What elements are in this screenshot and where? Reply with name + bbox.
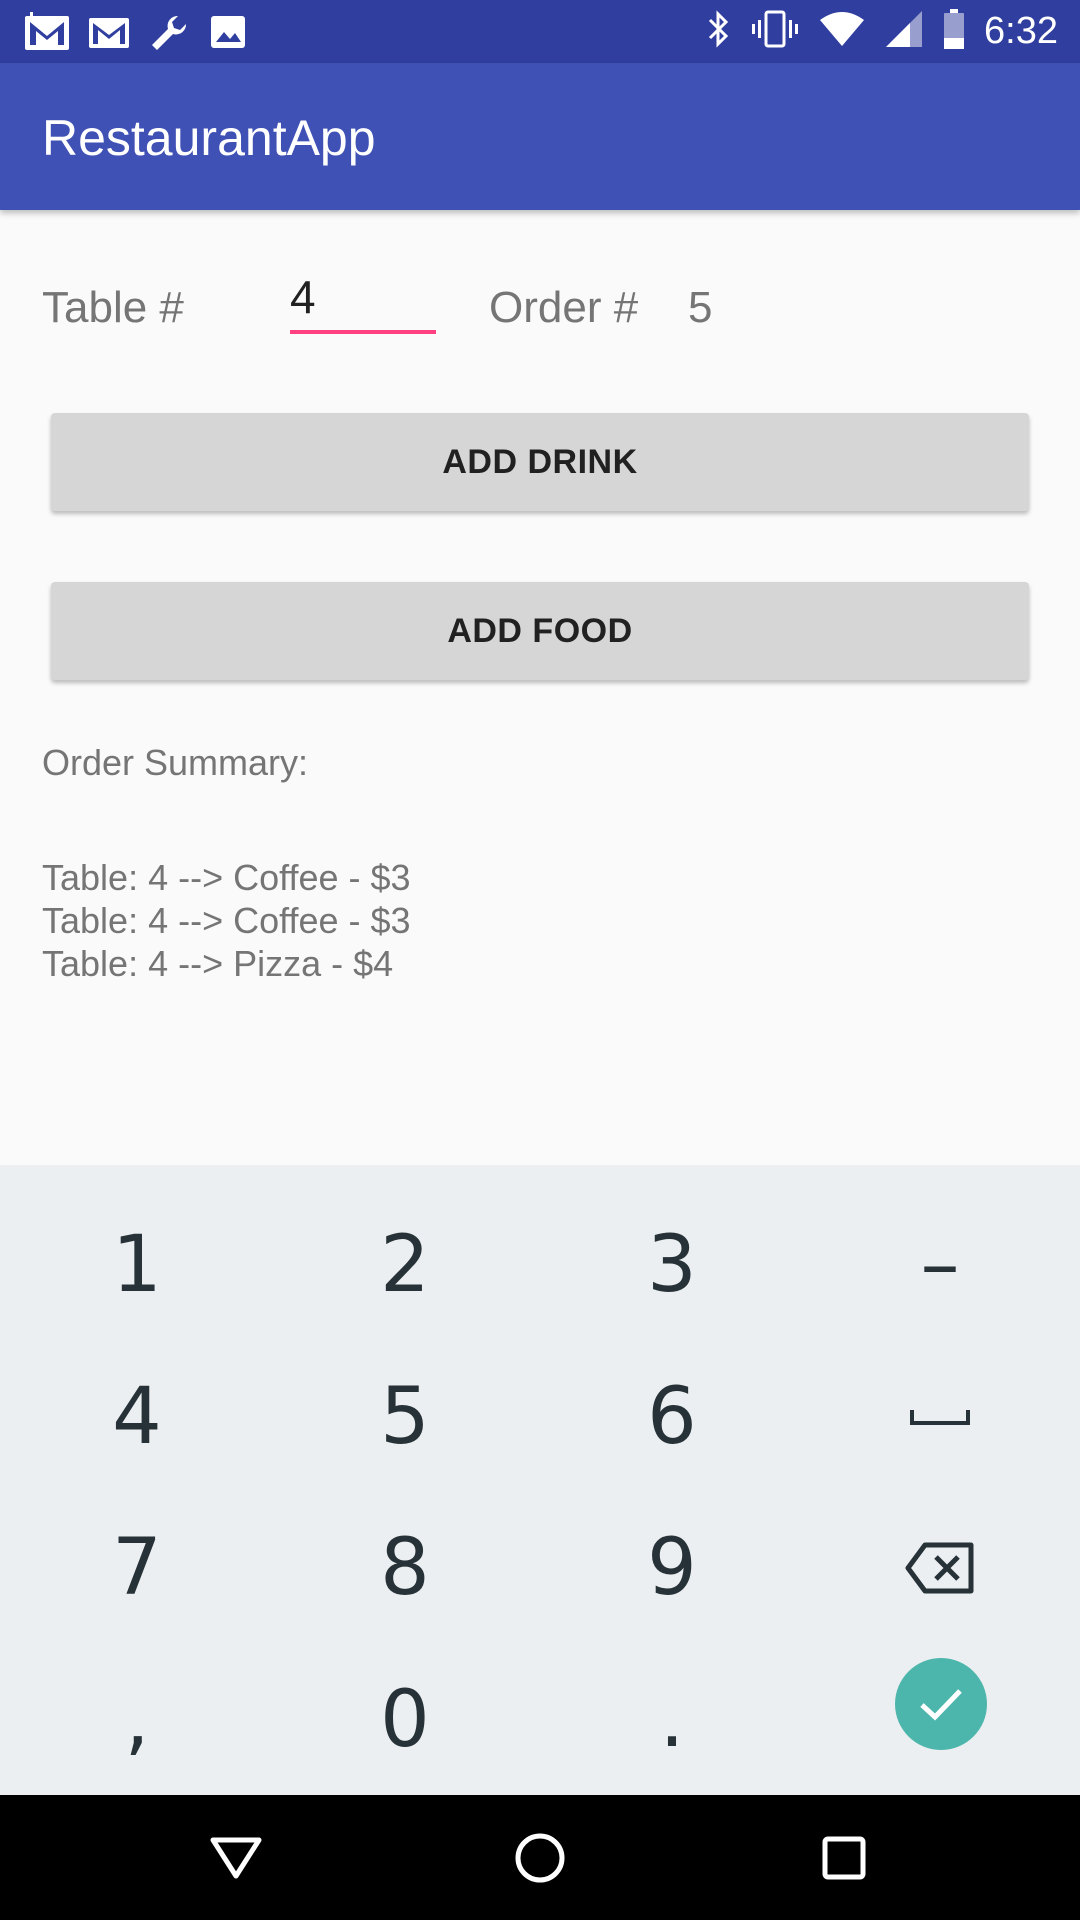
vibrate-icon <box>750 8 800 55</box>
done-button[interactable] <box>895 1658 987 1750</box>
status-time: 6:32 <box>984 10 1058 52</box>
table-number-value: 4 <box>290 271 316 323</box>
signal-icon <box>884 9 924 54</box>
backspace-key[interactable] <box>840 1503 1040 1633</box>
home-circle-icon <box>515 1833 565 1883</box>
home-button[interactable] <box>507 1825 573 1891</box>
key-minus[interactable]: – <box>840 1200 1040 1330</box>
add-drink-button[interactable]: ADD DRINK <box>51 413 1029 511</box>
recents-button[interactable] <box>811 1825 877 1891</box>
wrench-icon <box>148 12 190 59</box>
gmail-icon <box>88 12 130 59</box>
order-summary-title: Order Summary: <box>42 742 309 783</box>
key-2[interactable]: 2 <box>305 1200 505 1330</box>
navigation-bar <box>0 1795 1080 1920</box>
check-icon <box>920 1689 962 1721</box>
order-number-value: 5 <box>688 283 713 332</box>
key-0[interactable]: 0 <box>305 1655 505 1785</box>
bluetooth-icon <box>706 8 732 55</box>
key-3[interactable]: 3 <box>572 1200 772 1330</box>
image-icon <box>208 12 248 59</box>
order-label: Order # <box>489 283 639 332</box>
key-8[interactable]: 8 <box>305 1503 505 1633</box>
key-4[interactable]: 4 <box>37 1352 237 1482</box>
back-button[interactable] <box>203 1825 269 1891</box>
recents-square-icon <box>822 1836 866 1880</box>
table-label: Table # <box>42 283 184 332</box>
battery-icon <box>942 8 966 55</box>
key-comma[interactable]: , <box>37 1655 237 1785</box>
wifi-icon <box>818 10 866 53</box>
key-6[interactable]: 6 <box>572 1352 772 1482</box>
order-summary-list: Table: 4 --> Coffee - $3 Table: 4 --> Co… <box>42 856 411 985</box>
add-food-button[interactable]: ADD FOOD <box>51 582 1029 680</box>
space-key[interactable] <box>840 1352 1040 1482</box>
gmail-icon <box>24 12 70 59</box>
list-item: Table: 4 --> Coffee - $3 <box>42 857 411 898</box>
backspace-icon <box>905 1542 974 1594</box>
key-7[interactable]: 7 <box>37 1503 237 1633</box>
table-number-input[interactable]: 4 <box>290 266 436 334</box>
app-title: RestaurantApp <box>42 110 376 166</box>
key-period[interactable]: . <box>572 1655 772 1785</box>
key-5[interactable]: 5 <box>305 1352 505 1482</box>
list-item: Table: 4 --> Coffee - $3 <box>42 900 411 941</box>
back-triangle-icon <box>210 1837 262 1879</box>
list-item: Table: 4 --> Pizza - $4 <box>42 943 394 984</box>
app-bar: RestaurantApp <box>0 63 1080 210</box>
key-9[interactable]: 9 <box>572 1503 772 1633</box>
status-bar: 6:32 <box>0 0 1080 63</box>
key-1[interactable]: 1 <box>37 1200 237 1330</box>
space-icon <box>910 1410 970 1425</box>
